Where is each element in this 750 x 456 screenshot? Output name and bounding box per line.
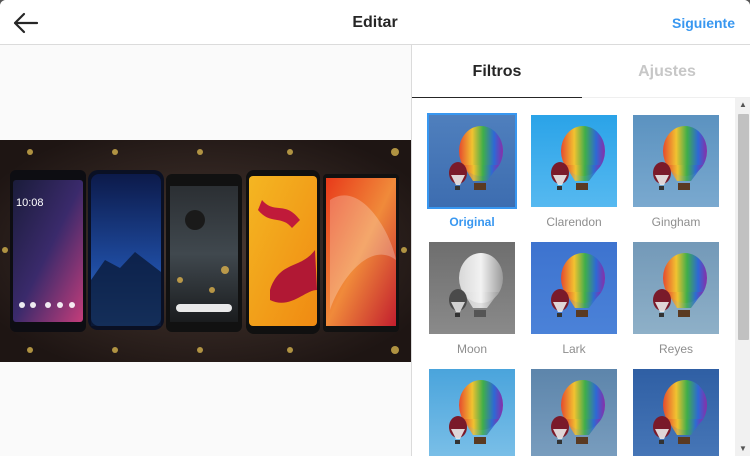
- filter-7[interactable]: [429, 369, 515, 456]
- filter-thumbnail: [633, 369, 719, 456]
- next-button[interactable]: Siguiente: [672, 15, 735, 31]
- balloon-image: [429, 115, 515, 207]
- balloon-image: [633, 369, 719, 456]
- filter-moon[interactable]: Moon: [429, 242, 515, 356]
- filter-label: Clarendon: [546, 215, 602, 229]
- filter-thumbnail: [429, 242, 515, 334]
- balloon-image: [531, 242, 617, 334]
- phone-clock-text: 10:08: [16, 197, 44, 209]
- filter-clarendon[interactable]: Clarendon: [531, 115, 617, 229]
- balloon-image: [633, 115, 719, 207]
- filter-label: Reyes: [658, 342, 693, 356]
- filter-label: Gingham: [651, 215, 701, 229]
- filter-label: Original: [449, 215, 495, 229]
- page-title: Editar: [352, 14, 398, 31]
- filter-thumbnail: [531, 369, 617, 456]
- filter-9[interactable]: [633, 369, 719, 456]
- filter-lark[interactable]: Lark: [531, 242, 617, 356]
- filter-8[interactable]: [531, 369, 617, 456]
- filter-original[interactable]: Original: [427, 113, 517, 229]
- edit-window: Editar Siguiente 10:08 Filtros Ajustes O…: [0, 0, 750, 456]
- filter-thumbnail: [633, 242, 719, 334]
- header-bar: Editar Siguiente: [0, 0, 750, 45]
- balloon-image: [531, 369, 617, 456]
- filter-thumbnail: [429, 369, 515, 456]
- filter-grid: Original Clarendon Gingham Moon Lark Rey…: [412, 98, 734, 456]
- filter-label: Moon: [456, 342, 488, 356]
- filter-thumbnail: [531, 242, 617, 334]
- tab-adjustments[interactable]: Ajustes: [582, 45, 750, 98]
- filter-thumbnail: [427, 113, 517, 209]
- tab-bar: Filtros Ajustes: [412, 45, 750, 98]
- scroll-up-icon[interactable]: ▲: [735, 98, 750, 112]
- balloon-image: [429, 369, 515, 456]
- filter-gingham[interactable]: Gingham: [633, 115, 719, 229]
- filter-reyes[interactable]: Reyes: [633, 242, 719, 356]
- filter-thumbnail: [531, 115, 617, 207]
- balloon-image: [531, 115, 617, 207]
- scrollbar-thumb[interactable]: [738, 114, 749, 340]
- image-preview: 10:08: [0, 45, 411, 456]
- filter-label: Lark: [562, 342, 586, 356]
- edit-panel: Filtros Ajustes Original Clarendon Gingh…: [411, 45, 750, 456]
- filter-thumbnail: [633, 115, 719, 207]
- photo-phones: 10:08: [0, 140, 411, 362]
- scrollbar[interactable]: ▲ ▼: [735, 98, 750, 456]
- scroll-down-icon[interactable]: ▼: [735, 442, 750, 456]
- tab-filters[interactable]: Filtros: [412, 45, 582, 98]
- balloon-image: [633, 242, 719, 334]
- balloon-image: [429, 242, 515, 334]
